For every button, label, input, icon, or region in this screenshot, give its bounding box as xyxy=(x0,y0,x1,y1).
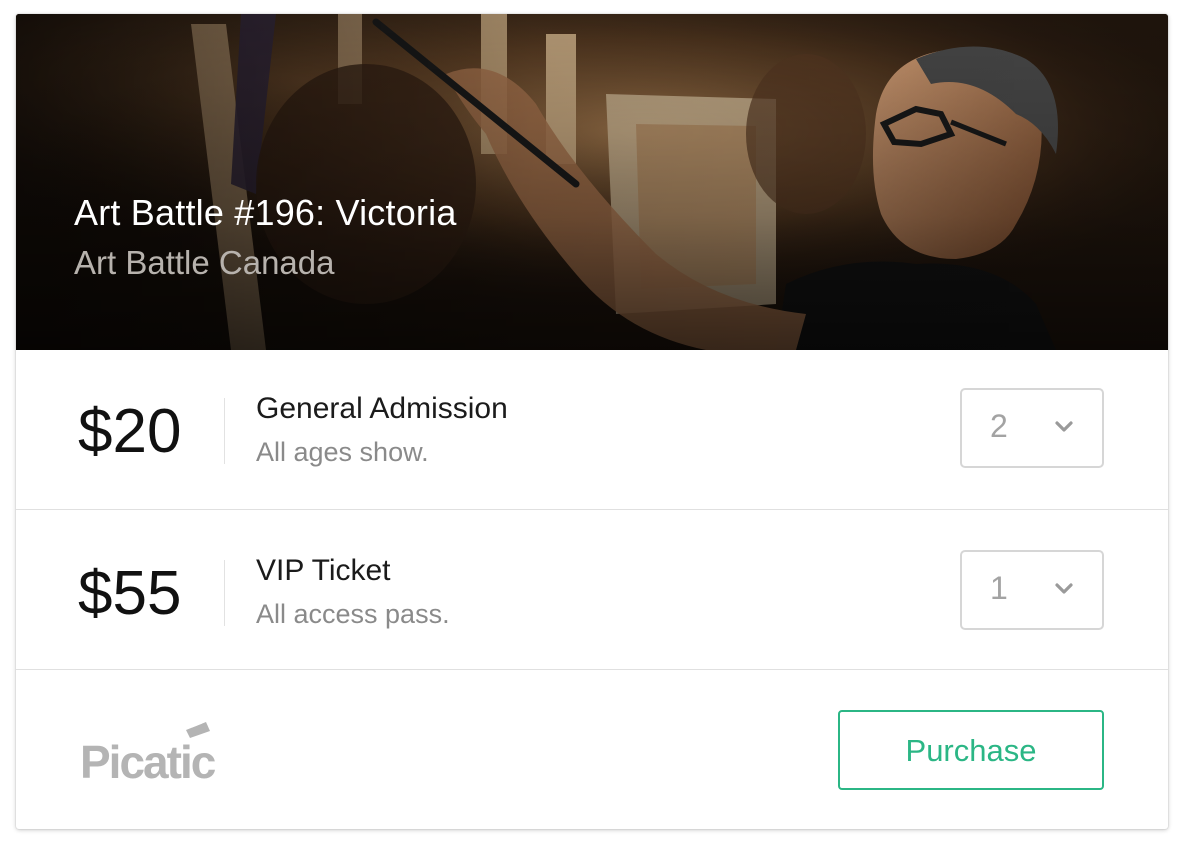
ticket-price: $20 xyxy=(78,397,182,466)
ticket-name: VIP Ticket xyxy=(256,554,391,587)
widget-footer: Picatic Purchase xyxy=(16,670,1168,829)
chevron-down-icon xyxy=(1055,421,1073,432)
quantity-value: 2 xyxy=(990,408,1008,444)
picatic-logo[interactable]: Picatic xyxy=(80,722,245,784)
quantity-value: 1 xyxy=(990,570,1008,606)
ticket-name: General Admission xyxy=(256,392,508,425)
ticket-widget: Art Battle #196: Victoria Art Battle Can… xyxy=(16,14,1168,829)
event-title: Art Battle #196: Victoria xyxy=(74,192,457,233)
ticket-description: All access pass. xyxy=(256,599,450,629)
purchase-button[interactable]: Purchase xyxy=(838,710,1104,790)
event-organizer: Art Battle Canada xyxy=(74,244,335,281)
hero-photo xyxy=(16,14,1168,350)
ticket-row-vip: $55 VIP Ticket All access pass. 1 xyxy=(16,510,1168,670)
picatic-logo-text: Picatic xyxy=(80,736,216,784)
ticket-description: All ages show. xyxy=(256,437,429,467)
ticket-price: $55 xyxy=(78,559,182,628)
price-divider xyxy=(224,398,225,464)
event-hero: Art Battle #196: Victoria Art Battle Can… xyxy=(16,14,1168,350)
quantity-select[interactable]: 2 xyxy=(960,388,1104,468)
price-divider xyxy=(224,560,225,626)
ticket-row-general-admission: $20 General Admission All ages show. 2 xyxy=(16,350,1168,510)
chevron-down-icon xyxy=(1055,583,1073,594)
quantity-select[interactable]: 1 xyxy=(960,550,1104,630)
